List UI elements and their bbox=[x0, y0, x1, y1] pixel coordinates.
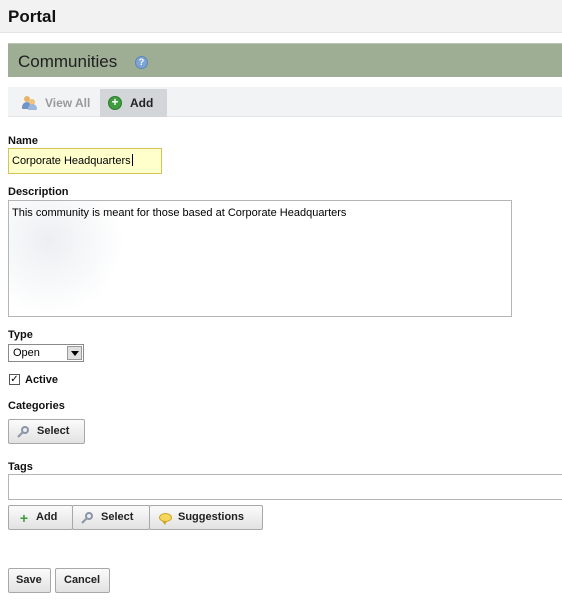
type-select[interactable]: Open bbox=[8, 344, 84, 362]
portal-title: Portal bbox=[8, 7, 57, 26]
cancel-button[interactable]: Cancel bbox=[55, 568, 110, 593]
tags-suggestions-button[interactable]: Suggestions bbox=[149, 505, 263, 530]
type-label: Type bbox=[8, 329, 33, 341]
tab-add[interactable]: + Add bbox=[100, 89, 167, 117]
tags-add-button[interactable]: + Add bbox=[8, 505, 73, 530]
tags-label: Tags bbox=[8, 461, 33, 473]
tab-view-all-label: View All bbox=[45, 96, 91, 110]
active-checkbox[interactable]: ✓ bbox=[9, 374, 20, 385]
tab-view-all[interactable]: View All bbox=[14, 89, 100, 117]
magnifier-icon bbox=[17, 426, 30, 438]
description-field-value: This community is meant for those based … bbox=[12, 207, 347, 219]
speech-bubble-icon bbox=[159, 512, 172, 525]
save-button[interactable]: Save bbox=[8, 568, 51, 593]
portal-header: Portal bbox=[0, 0, 562, 33]
chevron-down-icon[interactable] bbox=[67, 346, 82, 360]
active-label: Active bbox=[25, 374, 59, 386]
name-field[interactable]: Corporate Headquarters bbox=[8, 148, 162, 174]
tab-bar: View All + Add bbox=[8, 87, 562, 117]
description-field[interactable]: This community is meant for those based … bbox=[8, 200, 512, 317]
portlet-header: Communities ? bbox=[8, 43, 562, 77]
people-icon bbox=[22, 96, 37, 110]
save-button-label: Save bbox=[16, 574, 42, 586]
portlet-title: Communities bbox=[18, 52, 118, 71]
tags-field[interactable] bbox=[8, 474, 562, 500]
name-label: Name bbox=[8, 135, 38, 147]
categories-select-button[interactable]: Select bbox=[8, 419, 85, 444]
add-icon: + bbox=[108, 96, 122, 110]
categories-label: Categories bbox=[8, 400, 65, 412]
tags-add-label: Add bbox=[36, 511, 58, 523]
description-label: Description bbox=[8, 186, 69, 198]
tags-select-label: Select bbox=[101, 511, 134, 523]
checkmark-icon: ✓ bbox=[10, 374, 19, 385]
type-select-value: Open bbox=[13, 347, 40, 359]
plus-icon: + bbox=[19, 510, 29, 526]
tags-suggestions-label: Suggestions bbox=[178, 511, 245, 523]
name-field-value: Corporate Headquarters bbox=[12, 155, 131, 167]
categories-select-label: Select bbox=[37, 425, 70, 437]
help-icon[interactable]: ? bbox=[135, 56, 148, 69]
cancel-button-label: Cancel bbox=[64, 574, 101, 586]
text-caret bbox=[131, 154, 133, 166]
magnifier-icon bbox=[81, 512, 94, 524]
tab-add-label: Add bbox=[130, 96, 154, 110]
tags-select-button[interactable]: Select bbox=[72, 505, 150, 530]
